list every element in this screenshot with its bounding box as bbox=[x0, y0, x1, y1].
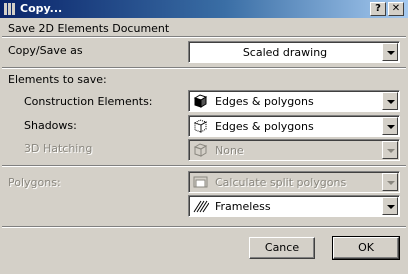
calculate-polygons-value: Calculate split polygons bbox=[215, 176, 347, 189]
shadows-value: Edges & polygons bbox=[215, 120, 314, 133]
copy-save-as-value: Scaled drawing bbox=[242, 46, 328, 59]
separator bbox=[2, 165, 406, 167]
separator bbox=[2, 226, 406, 228]
help-button[interactable]: ? bbox=[370, 2, 386, 16]
window-title: Copy... bbox=[20, 2, 63, 15]
chevron-down-icon[interactable] bbox=[382, 92, 398, 110]
chevron-down-icon[interactable] bbox=[382, 197, 398, 215]
construction-elements-value: Edges & polygons bbox=[215, 95, 314, 108]
separator bbox=[2, 67, 406, 69]
frame-style-value: Frameless bbox=[215, 200, 271, 213]
3d-hatching-label: 3D Hatching bbox=[24, 142, 93, 155]
ok-button[interactable]: OK bbox=[332, 236, 400, 260]
cube-dotted-icon bbox=[193, 119, 208, 133]
chevron-down-icon[interactable] bbox=[382, 43, 398, 61]
shadows-label: Shadows: bbox=[24, 119, 77, 132]
chevron-down-icon[interactable] bbox=[382, 141, 398, 159]
3d-hatching-value: None bbox=[215, 144, 244, 157]
chevron-down-icon[interactable] bbox=[382, 117, 398, 135]
polygons-label: Polygons: bbox=[8, 176, 61, 189]
copy-save-as-dropdown[interactable]: Scaled drawing bbox=[188, 41, 400, 63]
calculate-polygons-dropdown[interactable]: Calculate split polygons bbox=[188, 171, 400, 193]
cube-solid-icon bbox=[193, 94, 208, 108]
app-icon bbox=[4, 3, 15, 15]
cancel-button[interactable]: Cance bbox=[249, 237, 315, 259]
split-polygon-icon bbox=[193, 176, 208, 188]
close-button[interactable]: ✕ bbox=[388, 2, 404, 16]
chevron-down-icon[interactable] bbox=[382, 173, 398, 191]
frame-style-dropdown[interactable]: Frameless bbox=[188, 195, 400, 217]
construction-elements-label: Construction Elements: bbox=[24, 95, 153, 108]
dialog-heading: Save 2D Elements Document bbox=[8, 22, 170, 35]
copy-save-as-label: Copy/Save as bbox=[8, 44, 83, 57]
title-bar: Copy... ? ✕ bbox=[0, 0, 408, 18]
hatch-pattern-icon bbox=[193, 200, 209, 213]
construction-elements-dropdown[interactable]: Edges & polygons bbox=[188, 90, 400, 112]
elements-to-save-label: Elements to save: bbox=[8, 73, 107, 86]
shadows-dropdown[interactable]: Edges & polygons bbox=[188, 115, 400, 137]
separator bbox=[2, 36, 406, 38]
hatch-icon bbox=[193, 143, 208, 157]
3d-hatching-dropdown[interactable]: None bbox=[188, 139, 400, 161]
